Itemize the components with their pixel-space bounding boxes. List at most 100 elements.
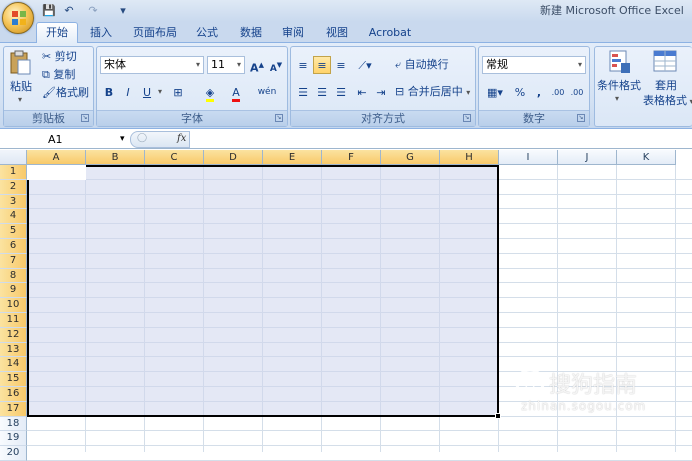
qat-customize-icon[interactable]: ▾ [118, 3, 128, 19]
font-size-select[interactable]: 11 ▾ [207, 56, 245, 74]
row-header[interactable]: 8 [0, 268, 27, 284]
save-icon[interactable]: 💾 [42, 3, 56, 19]
undo-icon[interactable]: ↶ [60, 3, 78, 19]
clipboard-launcher-icon[interactable]: ↘ [81, 114, 89, 122]
fill-color-icon[interactable]: ◈ [201, 83, 219, 102]
tab-view[interactable]: 视图 [320, 23, 354, 43]
column-header[interactable]: G [381, 150, 440, 165]
align-top-icon[interactable]: ≡ [294, 56, 312, 74]
column-header[interactable]: D [204, 150, 263, 165]
column-header[interactable]: K [617, 150, 676, 165]
bold-button[interactable]: B [100, 83, 118, 101]
column-header[interactable]: B [86, 150, 145, 165]
table-format-label-1[interactable]: 套用 [655, 78, 677, 94]
row-header[interactable]: 4 [0, 209, 27, 225]
office-button[interactable] [2, 2, 34, 34]
tab-formulas[interactable]: 公式 [192, 23, 222, 43]
number-launcher-icon[interactable]: ↘ [577, 114, 585, 122]
row-header[interactable]: 6 [0, 239, 27, 254]
paste-icon[interactable] [9, 50, 31, 76]
row-header[interactable]: 17 [0, 401, 27, 417]
paste-button[interactable]: 粘贴 [10, 79, 32, 95]
redo-icon[interactable]: ↷ [84, 3, 102, 19]
percent-button[interactable]: % [511, 83, 529, 101]
fill-handle[interactable] [495, 413, 501, 419]
row-header[interactable]: 2 [0, 179, 27, 195]
row-header[interactable]: 10 [0, 298, 27, 313]
row-header[interactable]: 20 [0, 446, 27, 461]
tab-review[interactable]: 审阅 [278, 23, 308, 43]
row-header[interactable]: 11 [0, 313, 27, 328]
underline-dropdown-icon[interactable]: ▾ [158, 87, 162, 96]
decrease-decimal-button[interactable]: .00 [568, 83, 586, 101]
column-header[interactable]: H [440, 150, 499, 165]
row-header[interactable]: 15 [0, 372, 27, 387]
merge-center-button[interactable]: ⊟ 合并后居中 ▾ [395, 84, 470, 101]
increase-decimal-button[interactable]: .00 [549, 83, 567, 101]
insert-function-icon[interactable]: fx [177, 133, 186, 144]
orientation-icon[interactable]: ⟋▾ [353, 56, 377, 74]
row-header[interactable]: 12 [0, 327, 27, 343]
active-cell[interactable] [27, 165, 86, 180]
row-header[interactable]: 18 [0, 416, 27, 432]
column-header[interactable]: C [145, 150, 204, 165]
grow-font-button[interactable]: A▲ [248, 56, 266, 75]
formula-controls: ◯ fx [130, 131, 190, 148]
formula-input[interactable] [192, 131, 690, 148]
column-header[interactable]: E [263, 150, 322, 165]
wrap-text-button[interactable]: ⤶ 自动换行 [395, 57, 449, 73]
conditional-format-icon[interactable] [609, 50, 631, 74]
formula-expand-icon[interactable]: ◯ [137, 133, 147, 143]
row-header[interactable]: 9 [0, 283, 27, 299]
row-header[interactable]: 7 [0, 253, 27, 269]
row-header[interactable]: 5 [0, 224, 27, 239]
font-launcher-icon[interactable]: ↘ [275, 114, 283, 122]
column-header[interactable]: I [499, 150, 558, 165]
currency-icon[interactable]: ▦▾ [482, 83, 508, 101]
alignment-launcher-icon[interactable]: ↘ [463, 114, 471, 122]
row-header[interactable]: 13 [0, 342, 27, 358]
font-color-icon[interactable]: A [227, 83, 245, 102]
tab-data[interactable]: 数据 [234, 23, 268, 43]
align-right-icon[interactable]: ☰ [332, 83, 350, 101]
phonetic-button[interactable]: wén [255, 83, 279, 101]
decrease-indent-icon[interactable]: ⇤ [353, 83, 371, 101]
chevron-down-icon: ▾ [689, 97, 692, 106]
column-header[interactable]: A [27, 150, 86, 165]
align-bottom-icon[interactable]: ≡ [332, 56, 350, 74]
shrink-font-button[interactable]: A▼ [267, 56, 285, 74]
select-all-button[interactable] [0, 150, 27, 165]
row-header[interactable]: 1 [0, 165, 27, 180]
name-box[interactable]: A1 ▾ [2, 131, 126, 148]
increase-indent-icon[interactable]: ⇥ [372, 83, 390, 101]
font-name-select[interactable]: 宋体 ▾ [100, 56, 204, 74]
align-left-icon[interactable]: ☰ [294, 83, 312, 101]
italic-button[interactable]: I [119, 83, 137, 101]
font-group-label: 字体 [97, 110, 287, 126]
number-format-select[interactable]: 常规 ▾ [482, 56, 586, 74]
column-header[interactable]: F [322, 150, 381, 165]
table-format-icon[interactable] [653, 50, 679, 74]
row-header[interactable]: 16 [0, 387, 27, 402]
tab-page-layout[interactable]: 页面布局 [128, 23, 182, 43]
tab-home[interactable]: 开始 [36, 22, 78, 44]
tab-acrobat[interactable]: Acrobat [364, 23, 416, 43]
table-format-label-2[interactable]: 表格格式 ▾ [643, 93, 692, 110]
paste-dropdown-icon[interactable]: ▾ [18, 95, 22, 104]
row-header[interactable]: 14 [0, 357, 27, 373]
shrink-font-label: A [269, 64, 277, 74]
conditional-format-button[interactable]: 条件格式 [597, 78, 641, 94]
cut-button[interactable]: ✂ 剪切 [42, 49, 77, 65]
row-header[interactable]: 19 [0, 431, 27, 447]
border-icon[interactable]: ⊞ [169, 83, 187, 101]
underline-button[interactable]: U [138, 83, 156, 101]
row-header[interactable]: 3 [0, 194, 27, 210]
column-header[interactable]: J [558, 150, 617, 165]
format-painter-button[interactable]: 🖌格式刷 [42, 85, 89, 101]
tab-insert[interactable]: 插入 [86, 23, 116, 43]
align-center-icon[interactable]: ☰ [313, 83, 331, 101]
name-box-dropdown-icon[interactable]: ▾ [120, 131, 125, 148]
copy-button[interactable]: ⧉ 复制 [42, 67, 75, 83]
comma-button[interactable]: , [530, 83, 548, 101]
align-middle-icon[interactable]: ≡ [313, 56, 331, 74]
